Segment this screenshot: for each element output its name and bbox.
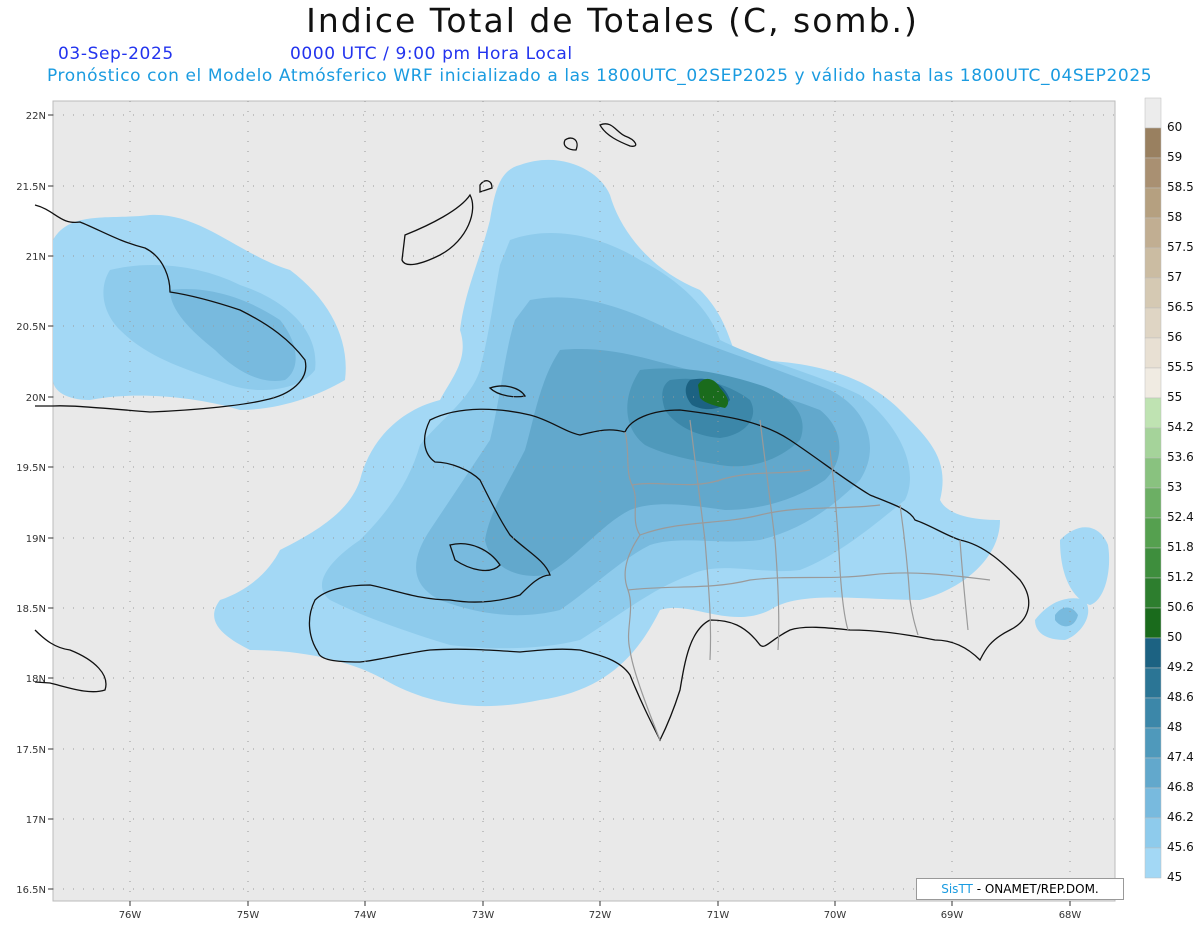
colorbar-label: 55: [1167, 390, 1183, 404]
lat-label: 19.5N: [16, 463, 46, 474]
colorbar-block: [1144, 457, 1162, 489]
lat-label: 18.5N: [16, 604, 46, 615]
colorbar-block: [1144, 817, 1162, 849]
lat-label: 21N: [26, 252, 46, 263]
colorbar-block: [1144, 667, 1162, 699]
colorbar-block: [1144, 367, 1162, 399]
colorbar-block: [1144, 157, 1162, 189]
lat-label: 21.5N: [16, 182, 46, 193]
colorbar-block: [1144, 697, 1162, 729]
colorbar-block: [1144, 727, 1162, 759]
colorbar-label: 53.6: [1167, 450, 1194, 464]
credit-box: SisTT - ONAMET/REP.DOM.: [916, 878, 1124, 900]
lon-label: 74W: [354, 910, 377, 921]
lat-label: 22N: [26, 111, 46, 122]
colorbar-label: 46.2: [1167, 810, 1194, 824]
colorbar-label: 56: [1167, 330, 1183, 344]
colorbar-label: 51.2: [1167, 570, 1194, 584]
colorbar-label: 50: [1167, 630, 1183, 644]
colorbar-block: [1144, 277, 1162, 309]
colorbar-block: [1144, 607, 1162, 639]
lat-label: 20N: [26, 393, 46, 404]
colorbar-label: 57.5: [1167, 240, 1194, 254]
lon-label: 70W: [824, 910, 847, 921]
colorbar-label: 59: [1167, 150, 1183, 164]
colorbar-label: 52.4: [1167, 510, 1194, 524]
colorbar-block: [1144, 397, 1162, 429]
colorbar-block: [1144, 757, 1162, 789]
colorbar-label: 57: [1167, 270, 1183, 284]
colorbar-block: [1144, 247, 1162, 279]
colorbar-label: 51.8: [1167, 540, 1194, 554]
longitude-labels: 76W 75W 74W 73W 72W 71W 70W 69W 68W: [119, 910, 1082, 921]
colorbar-block: [1144, 427, 1162, 459]
lon-label: 68W: [1059, 910, 1082, 921]
lat-label: 19N: [26, 534, 46, 545]
credit-text: - ONAMET/REP.DOM.: [972, 882, 1099, 896]
colorbar-label: 50.6: [1167, 600, 1194, 614]
colorbar-block: [1144, 787, 1162, 819]
colorbar-label: 58: [1167, 210, 1183, 224]
colorbar-block: [1144, 187, 1162, 219]
colorbar-block: [1144, 217, 1162, 249]
lon-label: 73W: [472, 910, 495, 921]
lat-label: 17.5N: [16, 745, 46, 756]
colorbar-block: [1144, 487, 1162, 519]
colorbar-label: 47.4: [1167, 750, 1194, 764]
lat-label: 18N: [26, 674, 46, 685]
colorbar-label: 46.8: [1167, 780, 1194, 794]
lon-label: 69W: [941, 910, 964, 921]
lon-label: 72W: [589, 910, 612, 921]
colorbar-block: [1144, 577, 1162, 609]
colorbar-block: [1144, 127, 1162, 159]
lat-label: 17N: [26, 815, 46, 826]
lat-label: 20.5N: [16, 322, 46, 333]
colorbar-label: 45: [1167, 870, 1183, 884]
weather-map: 22N 21.5N 21N 20.5N 20N 19.5N 19N 18.5N …: [16, 97, 1162, 921]
colorbar-label: 48: [1167, 720, 1183, 734]
colorbar-block: [1144, 517, 1162, 549]
colorbar-block: [1144, 97, 1162, 129]
colorbar-label: 60: [1167, 120, 1183, 134]
colorbar-block: [1144, 637, 1162, 669]
lon-label: 75W: [237, 910, 260, 921]
colorbar-label: 49.2: [1167, 660, 1194, 674]
colorbar-label: 48.6: [1167, 690, 1194, 704]
colorbar-label: 54.2: [1167, 420, 1194, 434]
colorbar-block: [1144, 847, 1162, 879]
colorbar-label: 55.5: [1167, 360, 1194, 374]
colorbar-block: [1144, 337, 1162, 369]
colorbar-label: 45.6: [1167, 840, 1194, 854]
lon-label: 76W: [119, 910, 142, 921]
lon-label: 71W: [707, 910, 730, 921]
lat-label: 16.5N: [16, 885, 46, 896]
colorbar-block: [1144, 307, 1162, 339]
colorbar-label: 58.5: [1167, 180, 1194, 194]
sistt-logo: SisTT: [941, 882, 973, 896]
colorbar-label: 56.5: [1167, 300, 1194, 314]
colorbar: [1144, 97, 1162, 879]
colorbar-label: 53: [1167, 480, 1183, 494]
latitude-labels: 22N 21.5N 21N 20.5N 20N 19.5N 19N 18.5N …: [16, 111, 46, 896]
colorbar-block: [1144, 547, 1162, 579]
